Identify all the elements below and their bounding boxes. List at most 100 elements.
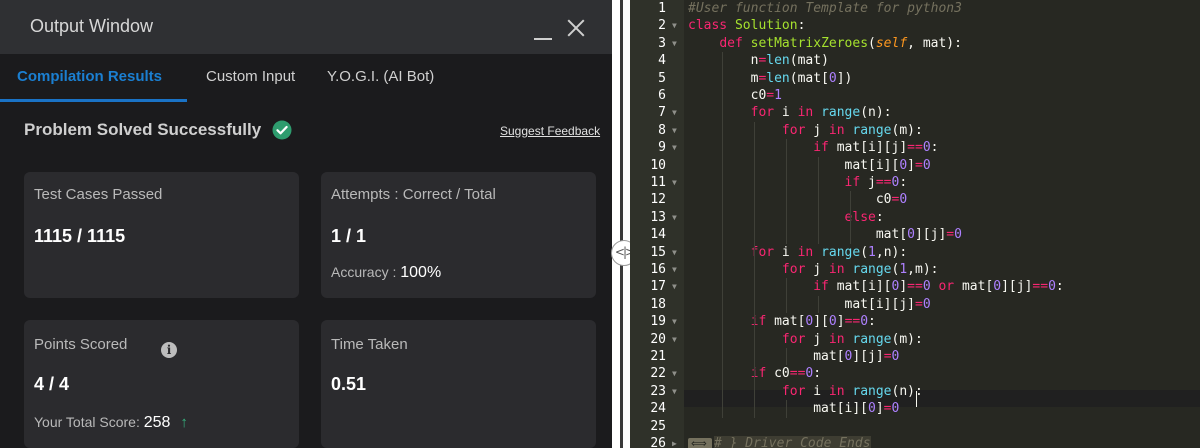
minimize-icon[interactable] [532,12,556,40]
code-line: c0=0 [688,192,908,208]
fold-collapse-icon[interactable]: ▼ [672,278,677,295]
fold-collapse-icon[interactable]: ▼ [672,383,677,400]
code-line: if mat[i][j]==0: [813,140,939,156]
line-number: 9 [658,140,666,156]
fold-collapse-icon[interactable]: ▼ [672,139,677,156]
time-card: Time Taken 0.51 [321,320,596,448]
test-cases-value: 1115 / 1115 [34,226,126,246]
fold-collapse-icon[interactable]: ▼ [672,17,677,34]
line-number: 8 [658,122,666,138]
indent-guide [754,121,755,418]
tab-compilation-results[interactable]: Compilation Results [17,68,162,85]
code-line: mat[0][j]=0 [688,349,900,364]
fold-collapse-icon[interactable]: ▼ [672,244,677,261]
line-number: 15 [650,244,666,260]
indent-guide [786,348,787,366]
output-tabs: Compilation Results Custom Input Y.O.G.I… [0,54,612,102]
line-number: 18 [650,296,666,312]
total-score-row: Your Total Score: 258 ↑ [34,414,188,432]
check-circle-icon [272,120,292,140]
collapsed-code-text[interactable]: # } Driver Code Ends [714,436,871,448]
line-number: 24 [650,401,666,417]
code-line: for i in range(n): [781,383,923,399]
code-line: for j in range(m): [781,122,923,138]
indent-guide [786,400,787,418]
code-line: c0=1 [688,88,782,103]
line-number: 4 [658,53,666,69]
code-line: if mat[i][0]==0 or mat[0][j]==0: [813,279,1064,295]
code-line: class Solution: [688,18,806,34]
fold-expand-icon[interactable]: ▶ [672,435,677,448]
code-line: mat[i][j]=0 [688,296,931,312]
fold-collapse-icon[interactable]: ▼ [672,35,677,52]
fold-collapse-icon[interactable]: ▼ [672,365,677,382]
code-line: if j==0: [844,175,908,190]
accuracy-label: Accuracy : [331,264,397,280]
attempts-value: 1 / 1 [331,226,367,246]
points-card: Points Scored i 4 / 4 Your Total Score: … [24,320,299,448]
suggest-feedback-link[interactable]: Suggest Feedback [500,124,600,138]
line-number: 6 [658,88,666,103]
line-number: 23 [650,383,666,399]
line-number: 25 [650,418,666,434]
line-number: 19 [650,314,666,330]
code-line: for i in range(1,n): [750,244,908,260]
line-number: 7 [658,105,666,121]
line-number: 11 [650,175,666,190]
code-line: mat[i][0]=0 [688,157,931,173]
line-number: 22 [650,366,666,382]
line-number: 16 [650,262,666,277]
line-number: 5 [658,70,666,86]
indent-guide [818,295,819,314]
indent-guide [722,52,723,418]
code-line: mat[i][0]=0 [688,401,900,417]
attempts-card: Attempts : Correct / Total 1 / 1 Accurac… [321,172,596,298]
code-line: mat[0][j]=0 [688,227,962,243]
code-line: n=len(mat) [688,53,829,69]
output-window-titlebar: Output Window [0,0,612,54]
close-icon[interactable] [566,18,586,38]
line-number: 3 [658,35,666,51]
fold-collapse-icon[interactable]: ▼ [672,104,677,121]
test-cases-card: Test Cases Passed 1115 / 1115 [24,172,299,298]
code-editor[interactable]: 1 2 ▼ 3 ▼ 4 5 6 7 ▼ 8 ▼ 9 ▼ 10 11 ▼ 12 13 ▼ 14 15 ▼ 16 ▼ 17 ▼ 18 19 ▼… [630,0,1200,448]
accuracy-value: 100% [400,264,442,281]
line-number: 13 [650,209,666,225]
arrow-up-icon: ↑ [180,414,188,431]
fold-widget-icon[interactable] [688,435,712,448]
code-line: m=len(mat[0]) [688,70,853,86]
line-number: 12 [650,192,666,208]
divider-line [620,0,623,448]
fold-collapse-icon[interactable]: ▼ [672,122,677,139]
points-value: 4 / 4 [34,374,70,394]
fold-collapse-icon[interactable]: ▼ [672,313,677,330]
fold-collapse-icon[interactable]: ▼ [672,331,677,348]
total-score-label: Your Total Score: [34,414,140,430]
code-line: def setMatrixZeroes(self, mat): [719,35,962,51]
line-number: 2 [658,18,666,34]
tab-custom-input[interactable]: Custom Input [206,68,295,85]
time-label: Time Taken [331,336,408,353]
code-line: for i in range(n): [750,105,892,121]
line-number: 1 [658,1,666,16]
editor-gutter: 1 2 ▼ 3 ▼ 4 5 6 7 ▼ 8 ▼ 9 ▼ 10 11 ▼ 12 13 ▼ 14 15 ▼ 16 ▼ 17 ▼ 18 19 ▼… [630,0,684,448]
line-number: 21 [650,349,666,364]
accuracy-row: Accuracy : 100% [331,264,441,282]
line-number: 17 [650,279,666,295]
output-window-title: Output Window [30,16,154,36]
total-score-value: 258 [143,414,171,431]
indent-guide [850,191,851,244]
tab-yogi-ai-bot[interactable]: Y.O.G.I. (AI Bot) [327,68,434,85]
fold-collapse-icon[interactable]: ▼ [672,261,677,278]
fold-collapse-icon[interactable]: ▼ [672,209,677,226]
time-value: 0.51 [331,374,367,394]
result-status: Problem Solved Successfully [24,120,262,139]
points-label: Points Scored [34,336,128,353]
fold-collapse-icon[interactable]: ▼ [672,174,677,191]
text-cursor [916,391,917,407]
code-line: if mat[0][0]==0: [750,314,876,330]
info-icon[interactable]: i [161,342,177,358]
indent-guide [786,139,787,244]
attempts-label: Attempts : Correct / Total [331,186,496,203]
line-number: 10 [650,157,666,173]
